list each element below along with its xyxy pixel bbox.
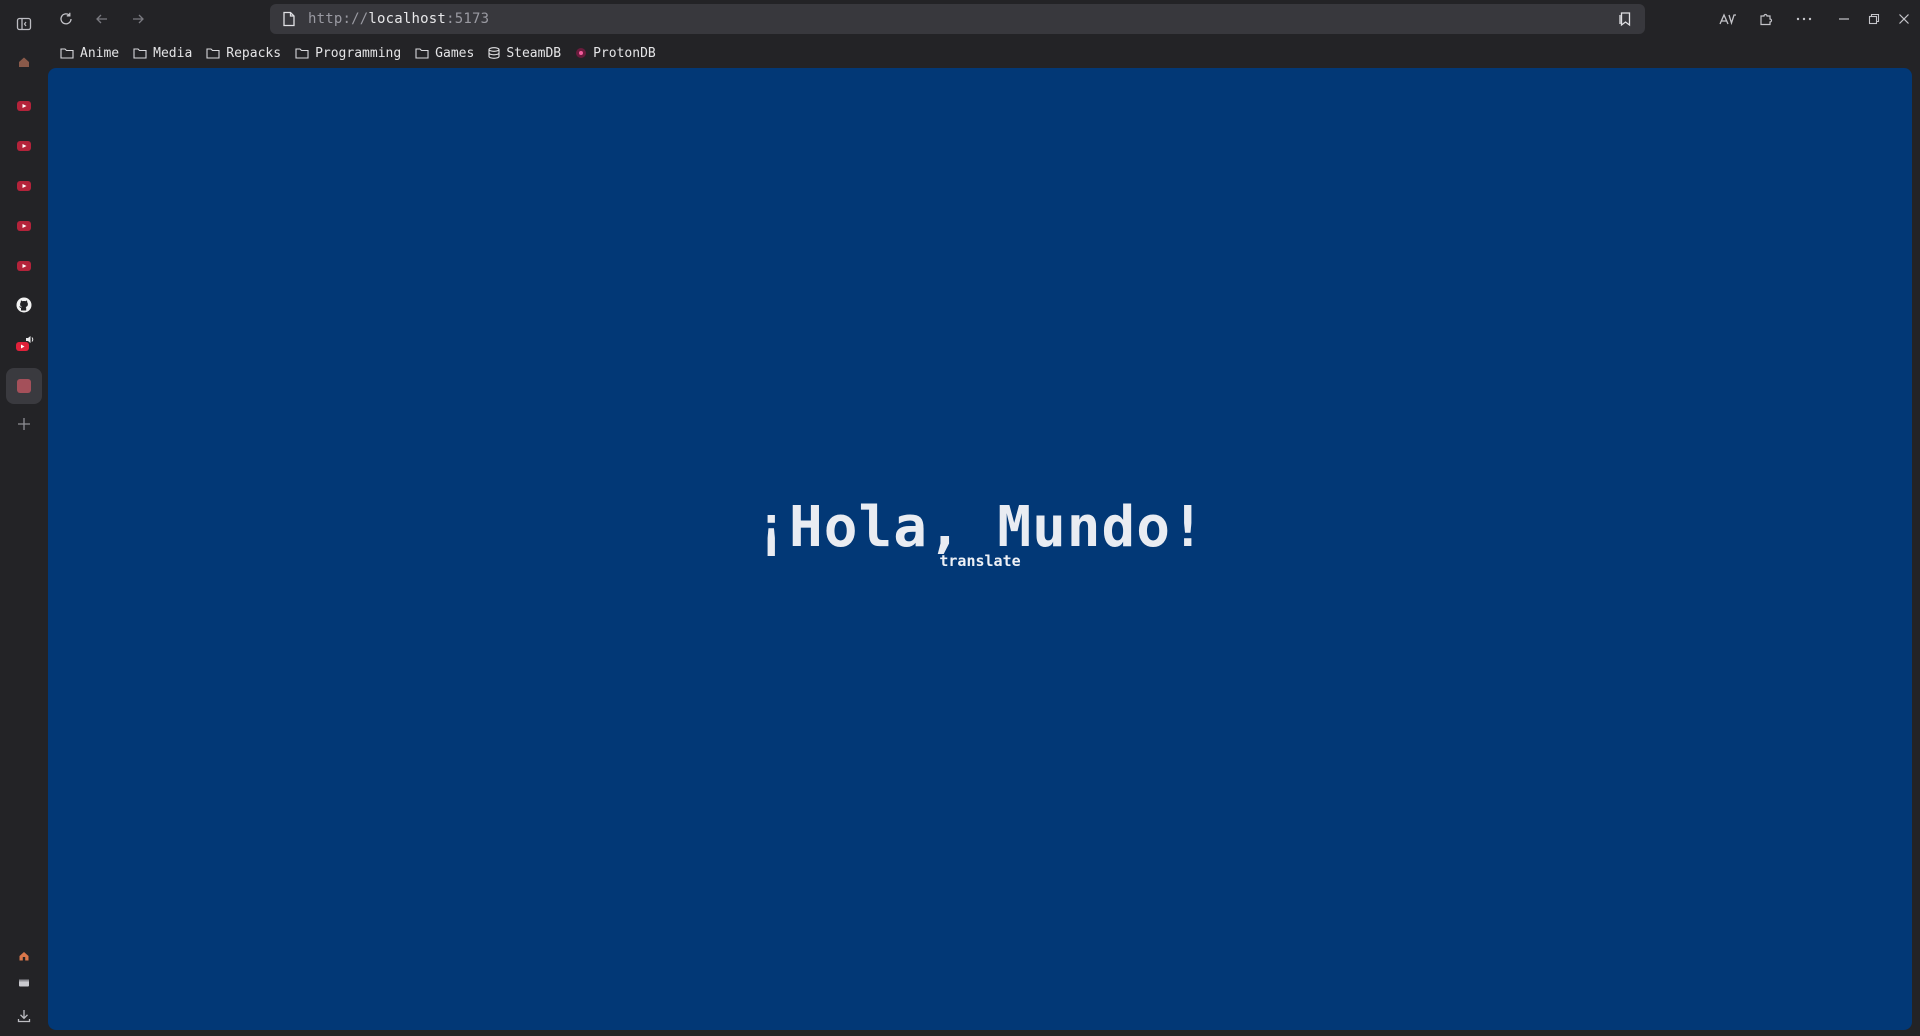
reload-icon[interactable] bbox=[52, 5, 80, 33]
back-arrow-icon[interactable] bbox=[88, 5, 116, 33]
folder-icon bbox=[415, 47, 429, 59]
tab-active-localhost[interactable] bbox=[6, 368, 42, 404]
tab-youtube-4[interactable] bbox=[8, 210, 40, 242]
bookmark-protondb[interactable]: ProtonDB bbox=[575, 46, 656, 61]
minimize-icon[interactable] bbox=[1830, 5, 1858, 33]
hero: ¡Hola, Mundo! translate bbox=[48, 495, 1912, 571]
restore-icon[interactable] bbox=[1860, 5, 1888, 33]
tab-youtube-5[interactable] bbox=[8, 250, 40, 282]
tab-youtube-1[interactable] bbox=[8, 90, 40, 122]
tab-youtube-2[interactable] bbox=[8, 130, 40, 162]
tab-youtube-audio[interactable] bbox=[8, 328, 40, 360]
bookmark-label: Repacks bbox=[226, 45, 282, 61]
bookmark-label: Media bbox=[153, 45, 193, 61]
bookmark-label: Anime bbox=[80, 45, 120, 61]
steamdb-icon bbox=[488, 47, 500, 59]
bookmark-folder-repacks[interactable]: Repacks bbox=[206, 46, 281, 61]
page-viewport: ¡Hola, Mundo! translate bbox=[48, 68, 1912, 1030]
extensions-puzzle-icon[interactable] bbox=[1752, 5, 1780, 33]
tab-github-icon[interactable] bbox=[8, 289, 40, 321]
bookmark-label: Programming bbox=[315, 45, 402, 61]
forward-arrow-icon[interactable] bbox=[124, 5, 152, 33]
folder-icon bbox=[133, 47, 147, 59]
bookmark-label: ProtonDB bbox=[593, 45, 656, 61]
url-text[interactable]: http://localhost:5173 bbox=[308, 11, 489, 27]
tab-youtube-3[interactable] bbox=[8, 170, 40, 202]
sidebar-toggle-icon[interactable] bbox=[8, 8, 40, 40]
menu-more-icon[interactable] bbox=[1790, 5, 1818, 33]
bookmark-steamdb[interactable]: SteamDB bbox=[488, 46, 561, 61]
folder-icon bbox=[206, 47, 220, 59]
address-bar[interactable]: http://localhost:5173 bbox=[270, 4, 1645, 34]
bookmark-folder-programming[interactable]: Programming bbox=[295, 46, 401, 61]
page-heading: ¡Hola, Mundo! bbox=[754, 495, 1206, 560]
url-scheme: http:// bbox=[308, 11, 369, 27]
bookmark-folder-anime[interactable]: Anime bbox=[60, 46, 119, 61]
new-tab-plus-icon[interactable] bbox=[8, 408, 40, 440]
url-host: localhost bbox=[368, 11, 447, 27]
bookmarks-bar: Anime Media Repacks Programming Games St… bbox=[48, 40, 1920, 66]
bookmark-folder-games[interactable]: Games bbox=[415, 46, 474, 61]
browser-window: http://localhost:5173 Anime Media Repack… bbox=[0, 0, 1920, 1036]
vertical-tab-bar bbox=[0, 0, 48, 1036]
translate-link[interactable]: translate bbox=[48, 552, 1912, 570]
close-window-icon[interactable] bbox=[1890, 5, 1918, 33]
downloads-icon[interactable] bbox=[8, 1000, 40, 1032]
page-icon bbox=[282, 11, 296, 27]
bookmark-label: SteamDB bbox=[506, 45, 562, 61]
url-port: :5173 bbox=[446, 11, 490, 27]
protondb-icon bbox=[575, 47, 587, 59]
reader-view-icon[interactable] bbox=[1714, 5, 1742, 33]
bookmark-label: Games bbox=[435, 45, 475, 61]
folder-icon bbox=[60, 47, 74, 59]
browser-toolbar: http://localhost:5173 bbox=[48, 0, 1920, 38]
folder-icon bbox=[295, 47, 309, 59]
bookmark-folder-media[interactable]: Media bbox=[133, 46, 192, 61]
bookmark-page-icon[interactable] bbox=[1617, 11, 1633, 27]
tab-home-icon[interactable] bbox=[8, 46, 40, 78]
pinned-window-icon[interactable] bbox=[8, 967, 40, 999]
